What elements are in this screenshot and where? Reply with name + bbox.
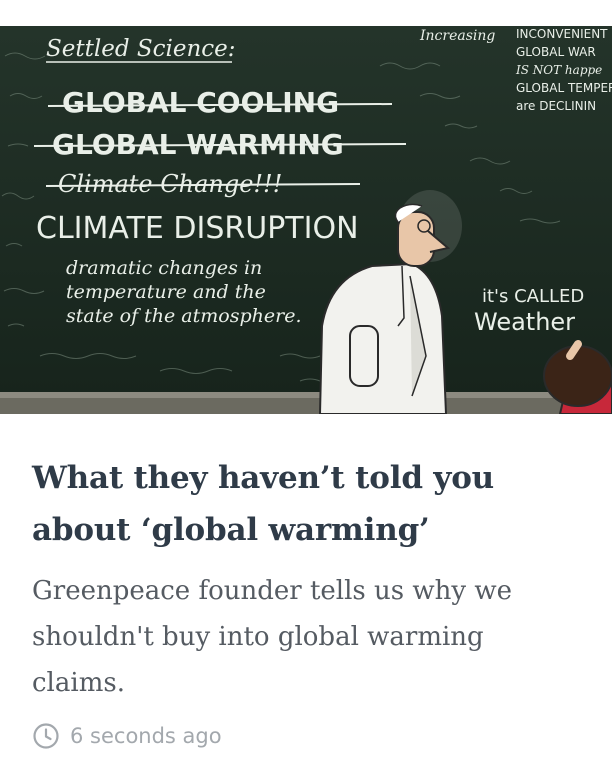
board-current-term: CLIMATE DISRUPTION: [36, 211, 359, 246]
article-meta: 6 seconds ago: [32, 718, 222, 754]
article-summary: Greenpeace founder tells us why we shoul…: [32, 568, 580, 706]
article-image[interactable]: Increasing Settled Science: GLOBAL COOLI…: [0, 26, 612, 414]
board-note: are DECLININ: [516, 99, 596, 113]
board-definition-line: temperature and the: [66, 281, 266, 303]
summary-line: claims.: [32, 668, 125, 698]
board-struck-term: GLOBAL COOLING: [62, 86, 339, 119]
board-note: IS NOT happe: [515, 63, 602, 77]
board-note: GLOBAL WAR: [516, 45, 596, 59]
board-note: INCONVENIENT: [516, 27, 608, 41]
board-kid-note: Weather: [474, 308, 575, 336]
board-title: Settled Science:: [46, 36, 236, 62]
summary-line: Greenpeace founder tells us why we: [32, 576, 512, 606]
board-note: GLOBAL TEMPER: [516, 81, 612, 95]
headline-line: about ‘global warming’: [32, 512, 430, 548]
cartoon-illustration: Increasing Settled Science: GLOBAL COOLI…: [0, 26, 612, 414]
summary-line: shouldn't buy into global warming: [32, 622, 484, 652]
article-card[interactable]: Increasing Settled Science: GLOBAL COOLI…: [0, 0, 612, 780]
board-top-fragment: Increasing: [419, 28, 495, 44]
board-kid-note: it's CALLED: [482, 286, 584, 307]
headline-line: What they haven’t told you: [32, 460, 495, 496]
board-definition-line: state of the atmosphere.: [66, 305, 301, 327]
clock-icon: [33, 723, 59, 749]
article-timestamp: 6 seconds ago: [70, 724, 222, 748]
article-headline[interactable]: What they haven’t told you about ‘global…: [32, 452, 572, 556]
board-definition-line: dramatic changes in: [66, 257, 262, 279]
